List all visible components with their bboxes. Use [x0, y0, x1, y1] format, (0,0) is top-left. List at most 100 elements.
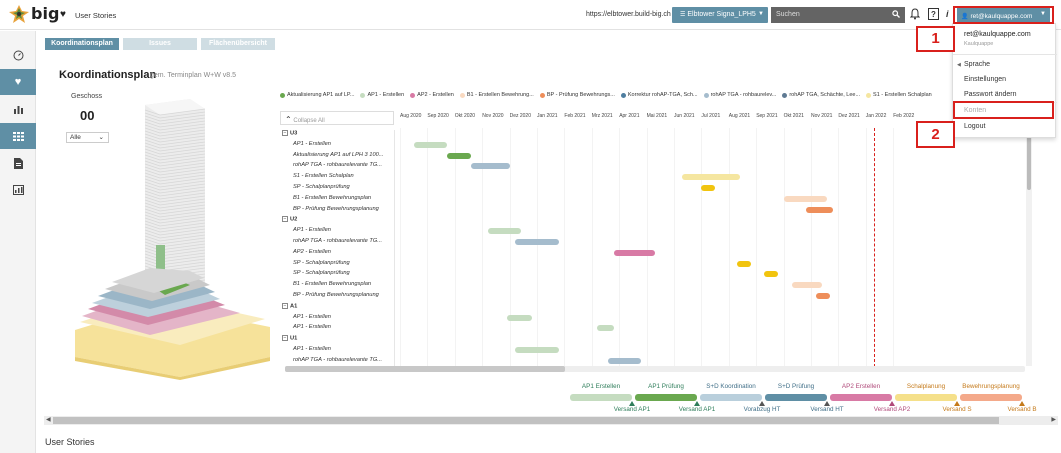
bell-icon[interactable]	[909, 8, 921, 22]
gantt-bar[interactable]	[515, 347, 559, 353]
phase-label: Schalplanung	[906, 383, 946, 390]
scroll-left-icon[interactable]: ◀	[46, 416, 51, 423]
building-3d-view[interactable]	[70, 95, 275, 380]
menu-item-einstellungen[interactable]: Einstellungen	[964, 76, 1006, 83]
collapse-toggle-icon[interactable]: −	[282, 335, 288, 342]
search-icon[interactable]	[892, 10, 900, 20]
scroll-thumb[interactable]	[53, 417, 999, 424]
gantt-task-row[interactable]: BP - Prüfung Bewehrungsplanung	[280, 292, 394, 302]
project-url[interactable]: https://elbtower.build-big.ch	[586, 11, 671, 18]
menu-item-sprache[interactable]: Sprache	[964, 61, 990, 68]
gantt-task-row[interactable]: rohAP TGA - rohbaurelevante TG...	[280, 238, 394, 248]
tab-issues[interactable]: Issues	[123, 38, 197, 50]
gantt-bar[interactable]	[597, 325, 614, 332]
scroll-thumb[interactable]	[1027, 130, 1031, 190]
gantt-bar[interactable]	[764, 271, 779, 278]
gantt-task-row[interactable]: AP1 - Erstellen	[280, 314, 394, 324]
gantt-bar[interactable]	[791, 282, 822, 289]
collapse-toggle-icon[interactable]: −	[282, 302, 288, 309]
menu-item-logout[interactable]: Logout	[964, 123, 985, 130]
gantt-task-row[interactable]: Aktualisierung AP1 auf LPH 3 100...	[280, 152, 394, 162]
legend-item[interactable]: Aktualisierung AP1 auf LP...	[280, 92, 354, 98]
gantt-horizontal-scrollbar[interactable]	[285, 366, 1025, 372]
collapse-toggle-icon[interactable]: −	[282, 216, 288, 223]
project-select[interactable]: ☰ Elbtower Signa_LPH5 ▼	[672, 7, 768, 23]
menu-item-passwort[interactable]: Passwort ändern	[964, 91, 1017, 98]
sidebar-item-dashboard[interactable]	[0, 42, 36, 68]
gantt-group-row[interactable]: − A1	[280, 302, 394, 313]
gantt-group-row[interactable]: − U3	[280, 130, 394, 140]
gantt-task-row[interactable]: AP1 - Erstellen	[280, 141, 394, 151]
gantt-bar[interactable]	[506, 314, 532, 321]
big-logo[interactable]: big	[9, 4, 59, 23]
gantt-bar[interactable]	[446, 152, 472, 159]
sidebar-item-reports[interactable]	[0, 177, 36, 203]
gantt-task-row[interactable]: SP - Schalplanprüfung	[280, 270, 394, 280]
month-gridline	[454, 128, 456, 367]
today-marker	[874, 128, 876, 367]
sidebar-item-statistics[interactable]	[0, 96, 36, 122]
legend-item[interactable]: AP2 - Erstellen	[410, 92, 454, 98]
gantt-task-row[interactable]: SP - Schalplanprüfung	[280, 260, 394, 270]
legend-item[interactable]: BP - Prüfung Bewehrungs...	[539, 92, 615, 98]
phase-label: S+D Prüfung	[777, 383, 815, 390]
legend-item[interactable]: AP1 - Erstellen	[360, 92, 404, 98]
gantt-task-row[interactable]: AP2 - Erstellen	[280, 249, 394, 259]
legend-item[interactable]: B1 - Erstellen Bewehrung...	[459, 92, 534, 98]
gantt-bar[interactable]	[737, 260, 751, 267]
gantt-task-row[interactable]: rohAP TGA - rohbaurelevante TG...	[280, 162, 394, 172]
gantt-bar[interactable]	[471, 163, 510, 170]
legend-item[interactable]: Korrektur rohAP-TGA, Sch...	[620, 92, 698, 98]
help-icon[interactable]: ?	[928, 8, 939, 20]
page-horizontal-scrollbar[interactable]: ◀ ▶	[44, 416, 1058, 425]
gantt-bar[interactable]	[608, 357, 642, 364]
legend-item[interactable]: rohAP TGA - rohbaurelev...	[703, 92, 776, 98]
info-icon[interactable]: i	[946, 9, 949, 19]
gantt-bar[interactable]	[805, 206, 833, 213]
gantt-bar[interactable]	[515, 239, 559, 245]
tab-flaechenuebersicht[interactable]: Flächenübersicht	[201, 38, 275, 50]
collapse-toggle-icon[interactable]: −	[282, 130, 288, 136]
divider	[953, 54, 1057, 55]
milestone-label: Versand B	[1007, 406, 1037, 413]
month-label: Mrz 2021	[591, 113, 613, 119]
gantt-task-row[interactable]: AP1 - Erstellen	[280, 324, 394, 334]
gantt-task-row[interactable]: AP1 - Erstellen	[280, 346, 394, 356]
legend-label: S1 - Erstellen Schalplan	[873, 92, 932, 98]
heart-icon: ♥	[14, 76, 22, 88]
legend-item[interactable]: S1 - Erstellen Schalplan	[866, 92, 932, 98]
sidebar-item-documents[interactable]	[0, 150, 36, 176]
search-input[interactable]: Suchen	[771, 7, 905, 23]
gantt-bar[interactable]	[487, 228, 521, 235]
scroll-right-icon[interactable]: ▶	[1051, 416, 1056, 423]
gantt-bar[interactable]	[413, 141, 447, 148]
gantt-task-row[interactable]: SP - Schalplanprüfung	[280, 184, 394, 194]
highlight-user-menu	[953, 6, 1054, 24]
gantt-group-row[interactable]: − U2	[280, 216, 394, 226]
month-label: Feb 2022	[893, 113, 915, 119]
scroll-thumb[interactable]	[285, 366, 565, 372]
tab-koordinationsplan[interactable]: Koordinationsplan	[45, 38, 119, 50]
sidebar-item-user-stories[interactable]: ♥	[0, 69, 36, 95]
gantt-bar[interactable]	[816, 293, 831, 299]
gantt-task-row[interactable]: B1 - Erstellen Bewehrungsplan	[280, 281, 394, 291]
month-label: Jan 2021	[537, 113, 558, 119]
gantt-task-row[interactable]: S1 - Erstellen Schalplan	[280, 173, 394, 183]
gantt-task-row[interactable]: AP1 - Erstellen	[280, 227, 394, 237]
section-title: User Stories	[75, 11, 117, 20]
milestone-label: Vorabzug HT	[743, 406, 781, 413]
legend-item[interactable]: rohAP TGA, Schächte, Lee...	[782, 92, 860, 98]
gantt-timeline-header: Aug 2020 Sep 2020 Okt 2020 Nov 2020 Dez 2020…	[400, 113, 950, 121]
phase-bar	[960, 394, 1022, 401]
gantt-bar[interactable]	[783, 195, 828, 202]
gantt-group-row[interactable]: − U1	[280, 335, 394, 345]
collapse-all-button[interactable]: ⌃ Collapse All	[280, 111, 394, 125]
gantt-task-row[interactable]: BP - Prüfung Bewehrungsplanung	[280, 206, 394, 216]
gantt-bar[interactable]	[682, 174, 740, 181]
gantt-bar[interactable]	[701, 185, 716, 191]
gantt-row-label: B1 - Erstellen Bewehrungsplan	[293, 194, 372, 201]
sidebar-item-grid[interactable]	[0, 123, 36, 149]
gantt-vertical-scrollbar[interactable]	[1026, 128, 1032, 366]
gantt-task-row[interactable]: B1 - Erstellen Bewehrungsplan	[280, 194, 394, 205]
gantt-bar[interactable]	[613, 249, 655, 256]
